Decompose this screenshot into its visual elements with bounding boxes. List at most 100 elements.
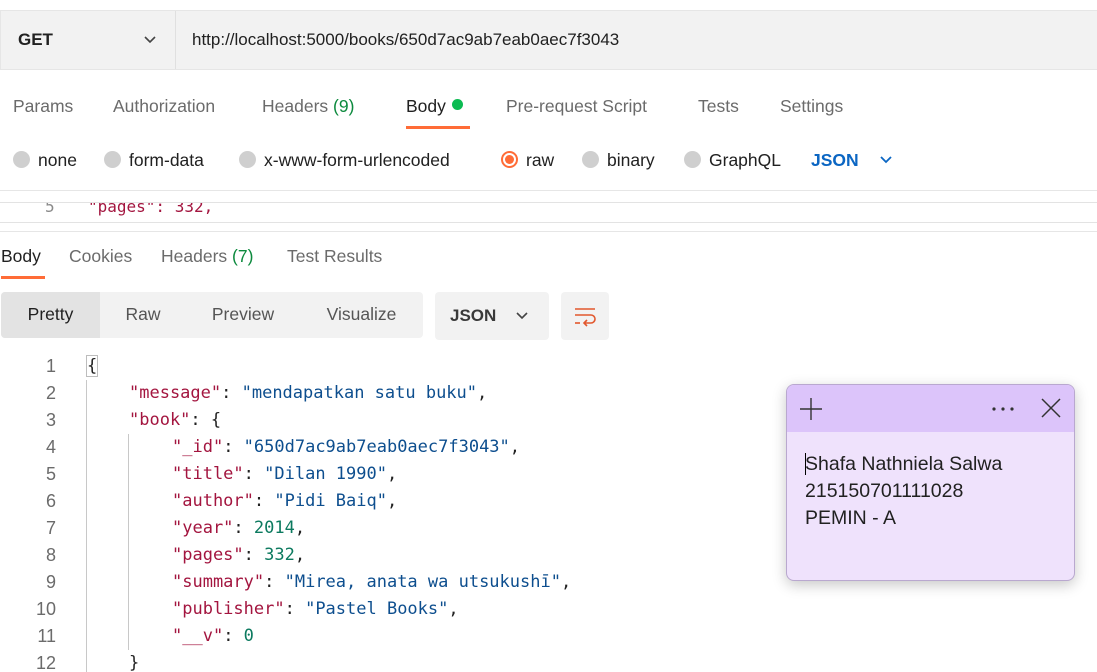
radio-raw[interactable]: raw [501, 150, 554, 172]
radio-label: none [38, 150, 77, 170]
line-number: 3 [45, 410, 56, 430]
response-tab-body[interactable]: Body [1, 246, 41, 267]
json-key: "message" [129, 383, 222, 403]
radio-label: x-www-form-urlencoded [264, 150, 450, 170]
request-body-editor[interactable]: 5 "pages": 332, [0, 202, 1097, 223]
radio-form-data[interactable]: form-data [104, 150, 204, 172]
line-number: 7 [45, 518, 56, 538]
json-value: "Mirea, anata wa utsukushī" [284, 572, 561, 592]
tab-label: Body [1, 246, 41, 266]
line-number: 5 [45, 202, 55, 216]
code-line: 1{ [0, 355, 1097, 383]
method-dropdown[interactable]: GET [1, 11, 176, 69]
more-options-icon[interactable] [990, 397, 1016, 421]
tab-authorization[interactable]: Authorization [113, 96, 215, 117]
divider [0, 190, 1097, 191]
line-number: 2 [45, 383, 56, 403]
tab-label: Tests [698, 96, 739, 116]
sticky-note-text[interactable]: Shafa Nathniela Salwa 215150701111028 PE… [805, 451, 1002, 532]
line-number: 4 [45, 437, 56, 457]
view-raw[interactable]: Raw [100, 292, 186, 338]
radio-circle [13, 151, 30, 168]
response-tab-test-results[interactable]: Test Results [287, 246, 382, 267]
method-label: GET [18, 30, 53, 49]
tab-label: Params [13, 96, 74, 116]
json-key: "summary" [172, 572, 265, 592]
radio-label: binary [607, 150, 655, 170]
sticky-note-header[interactable] [787, 385, 1074, 432]
response-format-dropdown[interactable]: JSON [435, 292, 549, 340]
radio-label: form-data [129, 150, 204, 170]
json-value: "mendapatkan satu buku" [241, 383, 478, 403]
radio-label: GraphQL [709, 150, 781, 170]
radio-label: raw [526, 150, 555, 170]
radio-circle [684, 151, 701, 168]
wrap-lines-button[interactable] [561, 292, 609, 340]
radio-graphql[interactable]: GraphQL [684, 150, 781, 172]
json-key: "__v" [172, 626, 224, 646]
json-value: "650d7ac9ab7eab0aec7f3043" [243, 437, 510, 457]
note-line: Shafa Nathniela Salwa [805, 453, 1003, 475]
radio-circle [582, 151, 599, 168]
code-line: 12} [0, 653, 1097, 672]
chevron-down-icon [516, 312, 528, 320]
radio-x-www-form-urlencoded[interactable]: x-www-form-urlencoded [239, 150, 450, 172]
request-tabs: Params Authorization Headers (9) Body Pr… [0, 88, 1097, 132]
line-number: 8 [45, 545, 56, 565]
line-number: 10 [35, 599, 56, 619]
tab-label: Headers [161, 246, 228, 266]
view-pretty[interactable]: Pretty [1, 292, 100, 338]
tab-label: Test Results [287, 246, 383, 266]
active-tab-underline [1, 276, 45, 279]
radio-circle-selected [501, 151, 518, 168]
json-key: "title" [172, 464, 244, 484]
view-visualize[interactable]: Visualize [300, 292, 423, 338]
json-value: "Pidi Baiq" [274, 491, 387, 511]
radio-circle [104, 151, 121, 168]
line-number: 5 [45, 464, 56, 484]
url-input[interactable]: http://localhost:5000/books/650d7ac9ab7e… [192, 30, 619, 50]
response-tab-cookies[interactable]: Cookies [69, 246, 132, 267]
tab-pre-request-script[interactable]: Pre-request Script [506, 96, 647, 117]
brace: { [85, 355, 99, 377]
json-key: "book" [129, 410, 191, 430]
json-value: 332 [264, 545, 295, 565]
tab-params[interactable]: Params [13, 96, 73, 117]
tab-headers[interactable]: Headers (9) [262, 96, 354, 117]
view-preview[interactable]: Preview [186, 292, 300, 338]
tab-label: Settings [780, 96, 844, 116]
json-value: "Dilan 1990" [264, 464, 387, 484]
json-value: "Pastel Books" [305, 599, 449, 619]
url-bar: GET http://localhost:5000/books/650d7ac9… [0, 10, 1097, 70]
plus-icon[interactable] [799, 397, 823, 421]
view-switcher: Pretty Raw Preview Visualize [1, 292, 423, 338]
json-key: "_id" [172, 437, 224, 457]
response-tab-headers[interactable]: Headers (7) [161, 246, 253, 267]
json-key: "pages" [172, 545, 244, 565]
headers-count: (9) [333, 96, 355, 116]
tab-label: Body [406, 96, 446, 116]
note-line: PEMIN - A [805, 507, 897, 529]
tab-label: Cookies [69, 246, 133, 266]
chevron-down-icon [144, 36, 156, 44]
code-line: "pages": 332, [88, 202, 214, 216]
close-icon[interactable] [1040, 397, 1062, 419]
radio-binary[interactable]: binary [582, 150, 655, 172]
divider [0, 231, 1097, 232]
chevron-down-icon[interactable] [879, 155, 893, 165]
line-number: 6 [45, 491, 56, 511]
active-tab-underline [406, 126, 470, 129]
json-key: "publisher" [172, 599, 285, 619]
json-value: 0 [243, 626, 254, 646]
tab-label: Headers [262, 96, 329, 116]
tab-body[interactable]: Body [406, 96, 463, 117]
json-value: 2014 [253, 518, 295, 538]
raw-format-dropdown[interactable]: JSON [811, 150, 859, 171]
code-line: 10 "publisher": "Pastel Books", [0, 599, 1097, 626]
tab-tests[interactable]: Tests [698, 96, 739, 117]
line-number: 1 [45, 356, 56, 376]
sticky-note[interactable]: Shafa Nathniela Salwa 215150701111028 PE… [786, 384, 1075, 581]
tab-settings[interactable]: Settings [780, 96, 843, 117]
radio-none[interactable]: none [13, 150, 77, 172]
code-line: 11 "__v": 0 [0, 626, 1097, 653]
